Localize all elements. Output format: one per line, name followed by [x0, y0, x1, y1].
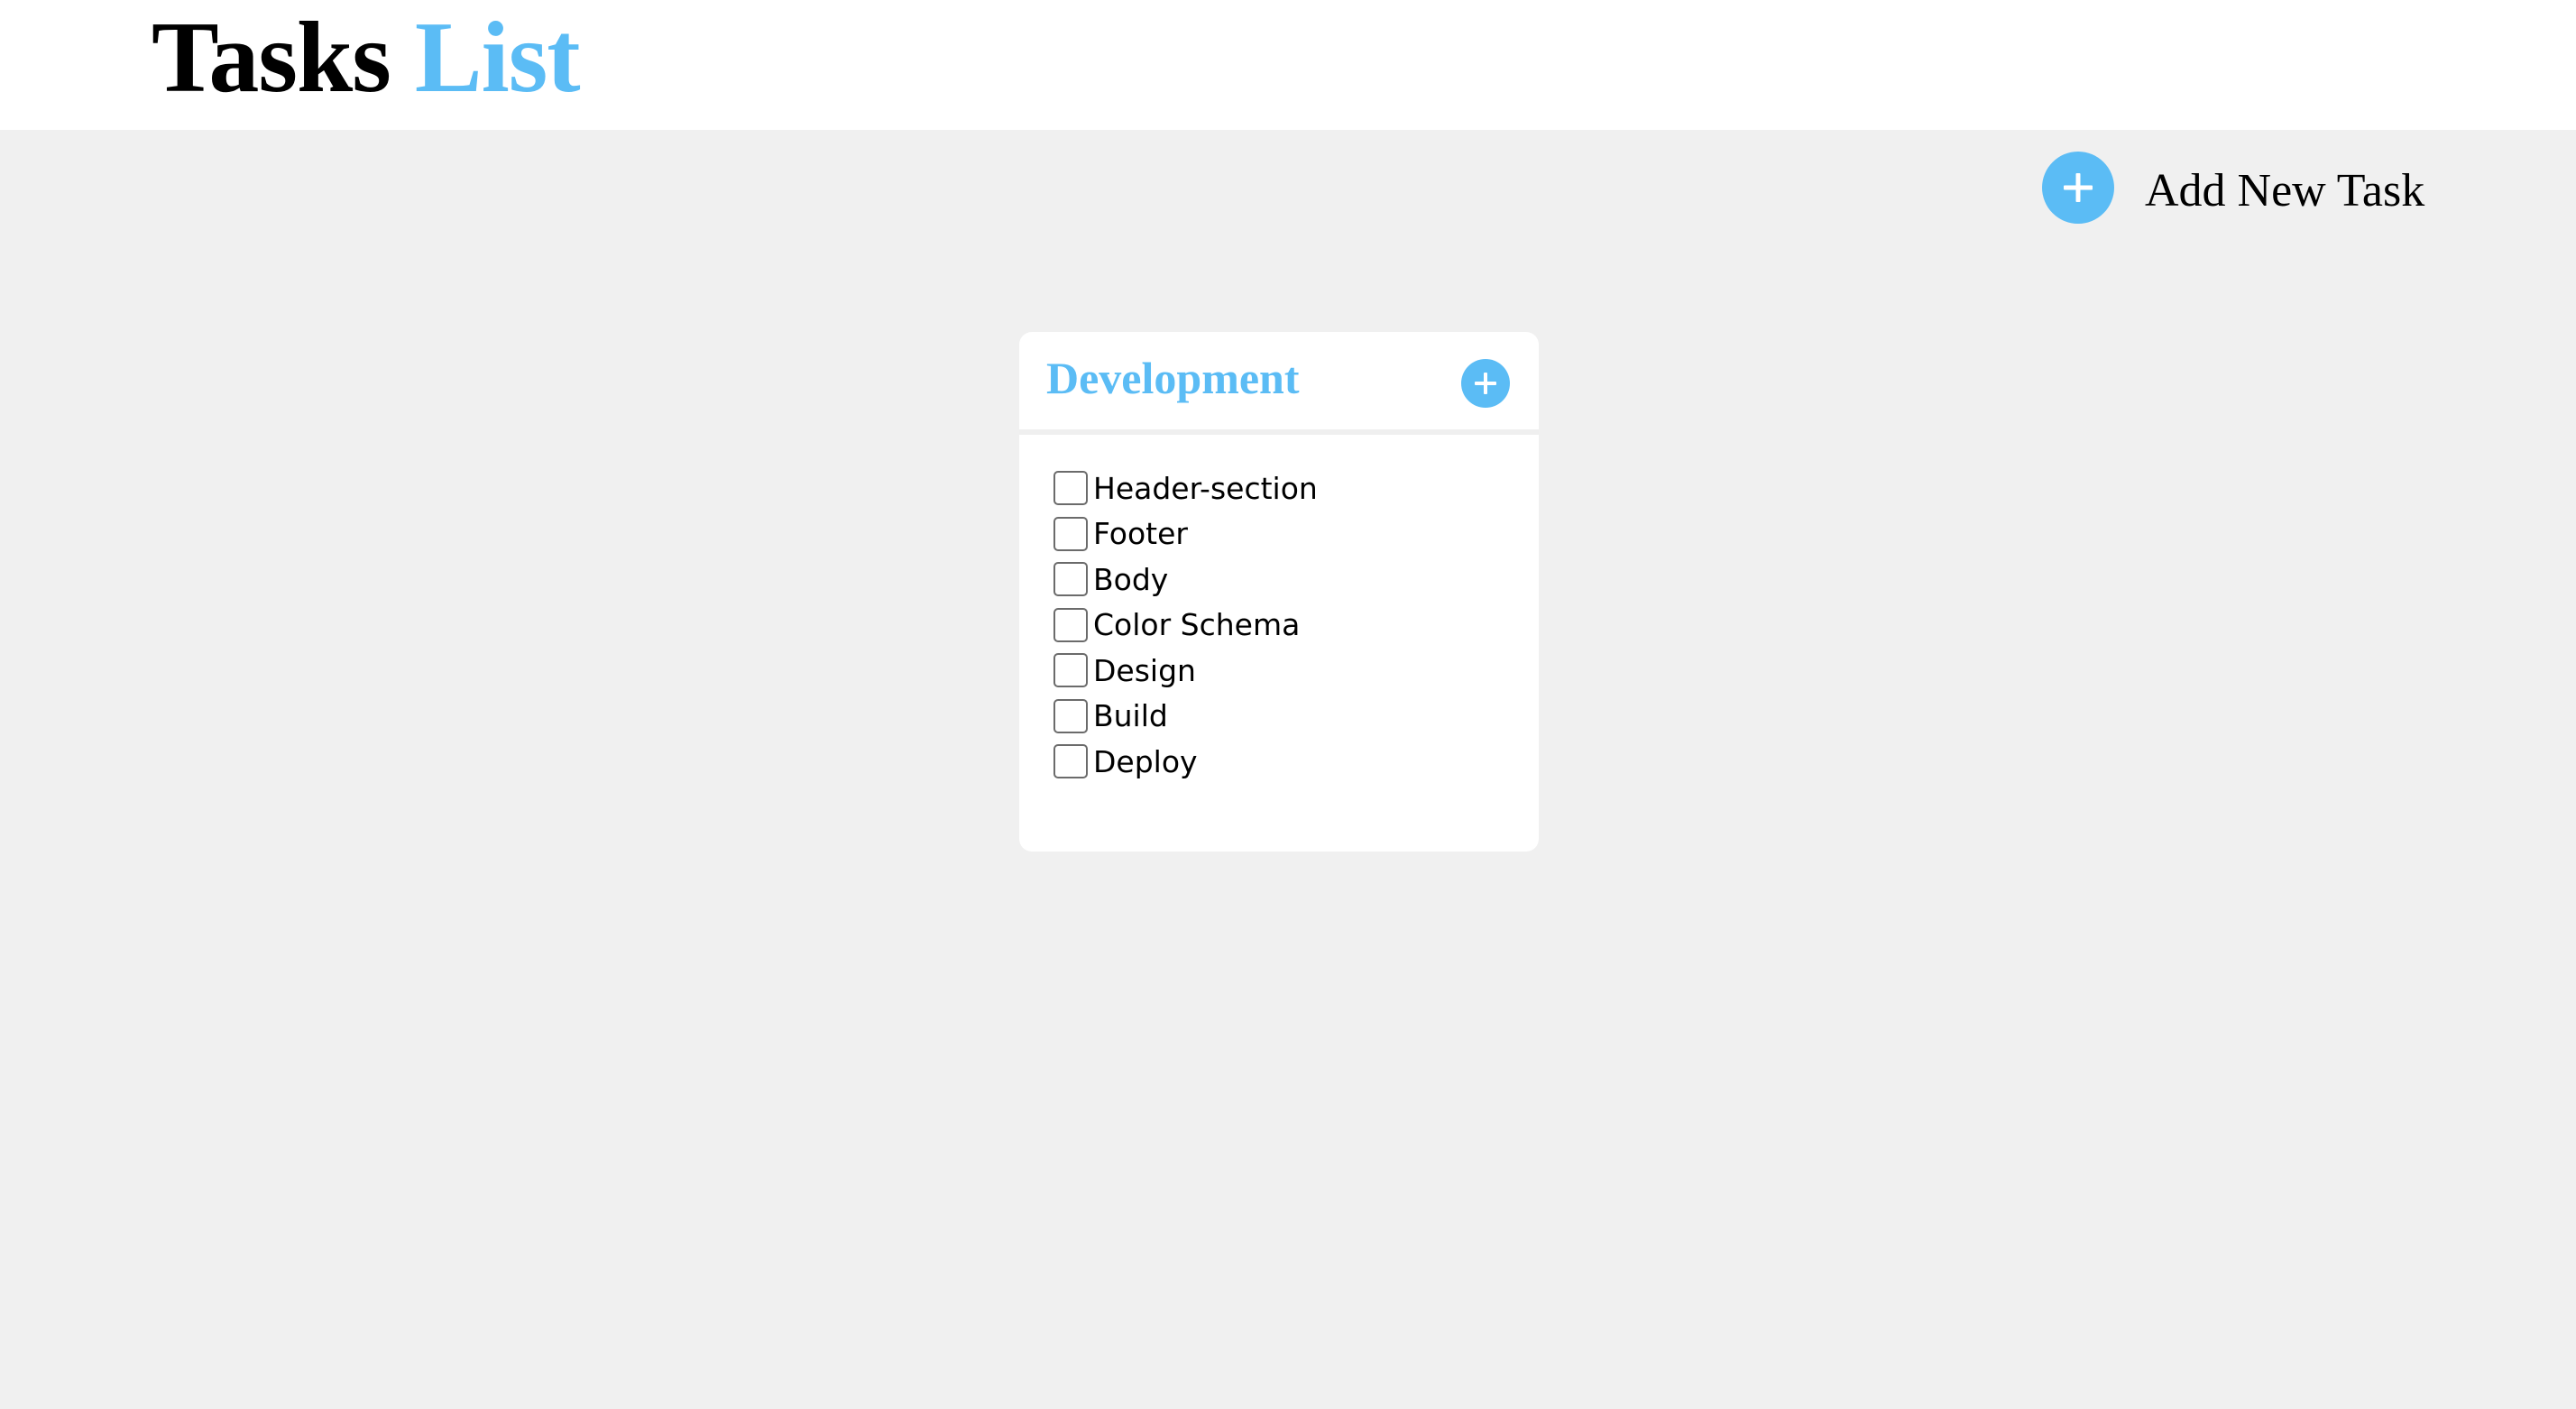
- add-task-circle[interactable]: [2042, 152, 2114, 224]
- task-checkbox[interactable]: [1053, 698, 1088, 733]
- task-checkbox[interactable]: [1053, 471, 1088, 506]
- task-checkbox[interactable]: [1053, 653, 1088, 688]
- task-item[interactable]: Footer: [1053, 511, 1318, 557]
- task-item[interactable]: Color Schema: [1053, 603, 1318, 649]
- task-list: Header-section Footer Body Color Schema …: [1053, 465, 1318, 785]
- task-label: Build: [1093, 698, 1168, 734]
- task-label: Footer: [1093, 516, 1188, 552]
- plus-icon: [1475, 373, 1496, 394]
- plus-icon: [2064, 173, 2093, 202]
- app-title: Tasks List: [152, 0, 581, 115]
- task-item[interactable]: Header-section: [1053, 465, 1318, 511]
- task-item[interactable]: Design: [1053, 648, 1318, 694]
- task-label: Body: [1093, 561, 1169, 597]
- task-label: Design: [1093, 652, 1196, 688]
- card-add-task-button[interactable]: [1461, 359, 1510, 408]
- task-checkbox[interactable]: [1053, 744, 1088, 779]
- add-new-task-button[interactable]: Add New Task: [2042, 152, 2424, 224]
- task-label: Header-section: [1093, 470, 1318, 506]
- task-checkbox[interactable]: [1053, 516, 1088, 551]
- task-card-header: Development: [1019, 332, 1539, 435]
- task-item[interactable]: Body: [1053, 557, 1318, 603]
- app-title-main: Tasks: [152, 2, 391, 114]
- task-card-development: Development Header-section Footer Body C…: [1019, 332, 1539, 852]
- app-header: Tasks List: [0, 0, 2576, 130]
- task-item[interactable]: Deploy: [1053, 739, 1318, 785]
- add-new-task-label[interactable]: Add New Task: [2145, 159, 2424, 217]
- task-label: Deploy: [1093, 743, 1198, 779]
- task-item[interactable]: Build: [1053, 694, 1318, 740]
- task-card-title: Development: [1046, 353, 1300, 403]
- task-checkbox[interactable]: [1053, 562, 1088, 597]
- task-label: Color Schema: [1093, 607, 1301, 643]
- app-title-accent: List: [414, 2, 581, 114]
- task-checkbox[interactable]: [1053, 607, 1088, 642]
